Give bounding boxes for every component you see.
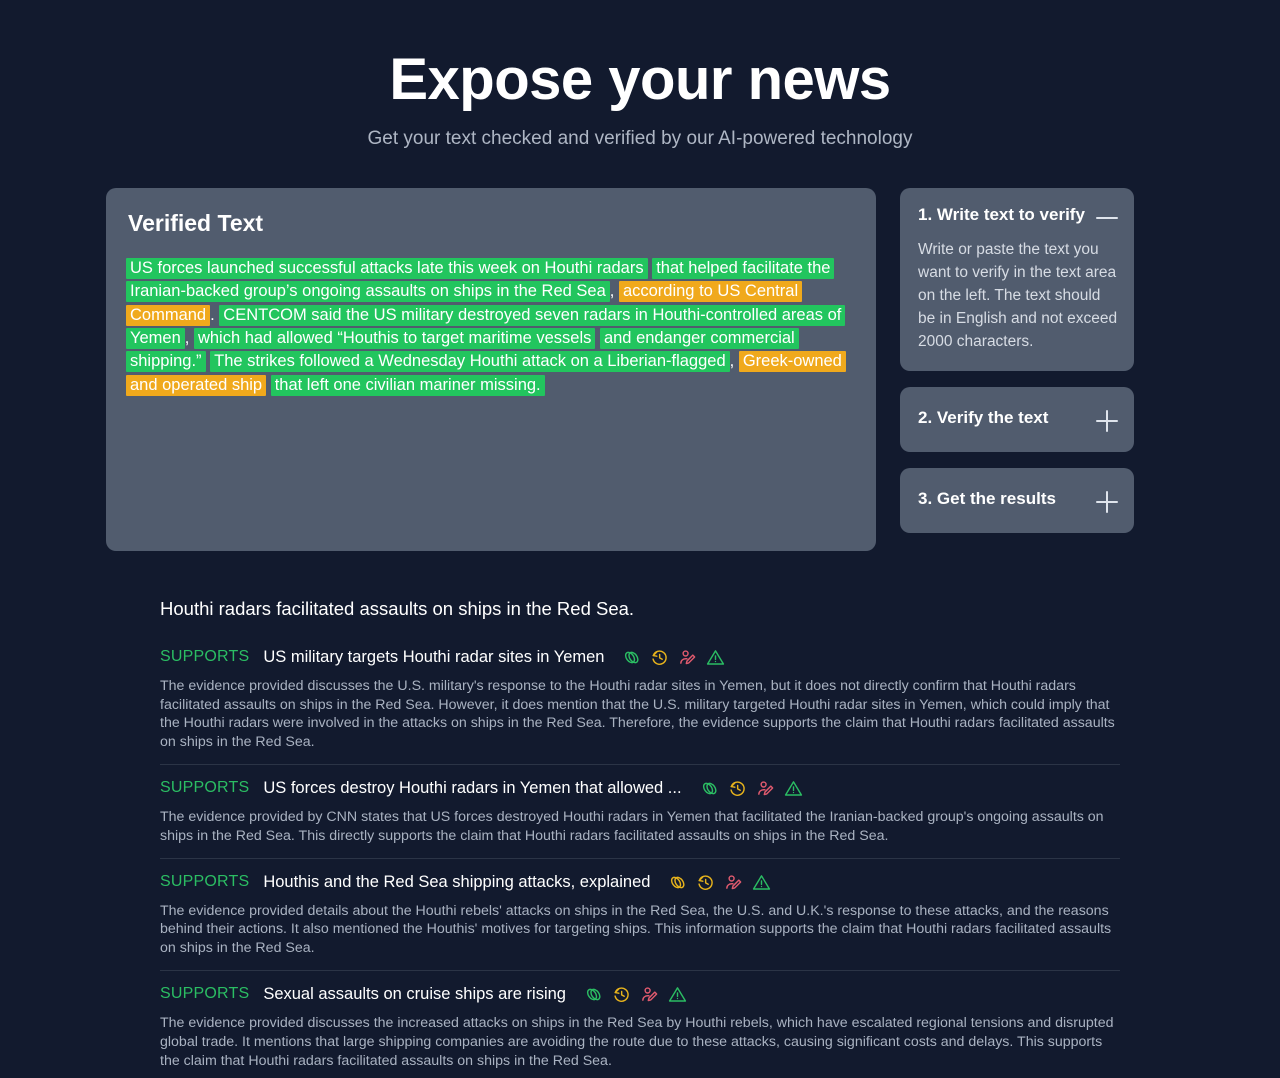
step-card-2[interactable]: 2. Verify the text [900, 386, 1134, 452]
link-icon[interactable] [668, 873, 687, 892]
text-separator: . [210, 305, 220, 324]
step-card-3[interactable]: 3. Get the results [900, 467, 1134, 533]
person-edit-icon[interactable] [640, 985, 659, 1004]
result-header: SUPPORTS Houthis and the Red Sea shipping… [160, 873, 1120, 892]
person-edit-icon[interactable] [724, 873, 743, 892]
highlight-segment-supports[interactable]: that left one civilian mariner missing. [270, 374, 545, 396]
result-icon-group [700, 779, 803, 798]
verified-text-title: Verified Text [128, 209, 264, 236]
result-icon-group [584, 985, 687, 1004]
highlight-segment-supports[interactable]: The strikes followed a Wednesday Houthi … [210, 351, 730, 373]
highlight-segment-supports[interactable]: which had allowed “Houthis to target mar… [193, 328, 596, 350]
link-icon[interactable] [622, 648, 641, 667]
person-edit-icon[interactable] [756, 779, 775, 798]
result-explanation: The evidence provided discusses the incr… [160, 1014, 1114, 1069]
verified-text-body[interactable]: US forces launched successful attacks la… [126, 257, 856, 397]
result-header: SUPPORTS US military targets Houthi radar… [160, 648, 1120, 667]
result-explanation: The evidence provided by CNN states that… [160, 808, 1104, 844]
result-list: SUPPORTS US military targets Houthi radar… [160, 648, 1120, 1078]
text-separator: , [184, 329, 194, 348]
history-icon[interactable] [728, 779, 747, 798]
verdict-badge: SUPPORTS [160, 648, 250, 666]
verdict-badge: SUPPORTS [160, 873, 250, 891]
result-explanation: The evidence provided details about the … [160, 902, 1112, 957]
result-header: SUPPORTS US forces destroy Houthi radars … [160, 779, 1120, 798]
result-icon-group [668, 873, 771, 892]
step-title-2: 2. Verify the text [918, 407, 1049, 427]
verified-text-card: Verified Text US forces launched success… [106, 187, 876, 551]
work-area: Verified Text US forces launched success… [0, 187, 1280, 551]
page-title: Expose your news [389, 47, 891, 112]
history-icon[interactable] [650, 648, 669, 667]
link-icon[interactable] [584, 985, 603, 1004]
highlight-segment-supports[interactable]: US forces launched successful attacks la… [126, 257, 648, 279]
result-icon-group [622, 648, 725, 667]
result-row: SUPPORTS Sexual assaults on cruise ships … [160, 969, 1120, 1078]
step-header-3[interactable]: 3. Get the results [918, 488, 1118, 513]
link-icon[interactable] [700, 779, 719, 798]
result-row: SUPPORTS Houthis and the Red Sea shipping… [160, 857, 1120, 970]
plus-icon[interactable] [1096, 409, 1118, 432]
step-card-1[interactable]: 1. Write text to verify Write or paste th… [900, 187, 1134, 371]
step-title-1: 1. Write text to verify [918, 204, 1085, 224]
text-separator: , [609, 282, 619, 301]
result-row: SUPPORTS US military targets Houthi radar… [160, 648, 1120, 764]
result-source-title[interactable]: Sexual assaults on cruise ships are risi… [263, 985, 566, 1004]
verdict-badge: SUPPORTS [160, 779, 250, 797]
plus-icon[interactable] [1096, 490, 1118, 513]
result-row: SUPPORTS US forces destroy Houthi radars … [160, 763, 1120, 858]
step-header-2[interactable]: 2. Verify the text [918, 407, 1118, 432]
results-section: Houthi radars facilitated assaults on sh… [0, 598, 1280, 1078]
warning-triangle-icon[interactable] [668, 985, 687, 1004]
result-header: SUPPORTS Sexual assaults on cruise ships … [160, 985, 1120, 1004]
text-separator [266, 376, 271, 394]
result-source-title[interactable]: Houthis and the Red Sea shipping attacks… [263, 873, 650, 892]
steps-accordion: 1. Write text to verify Write or paste th… [900, 187, 1134, 533]
person-edit-icon[interactable] [678, 648, 697, 667]
page-subtitle: Get your text checked and verified by ou… [367, 127, 913, 149]
step-header-1[interactable]: 1. Write text to verify [918, 204, 1118, 229]
step-body-1: Write or paste the text you want to veri… [918, 240, 1118, 350]
warning-triangle-icon[interactable] [752, 873, 771, 892]
minus-icon[interactable] [1096, 207, 1118, 229]
history-icon[interactable] [612, 985, 631, 1004]
result-explanation: The evidence provided discusses the U.S.… [160, 677, 1115, 751]
text-separator: , [729, 352, 739, 371]
page-header: Expose your news Get your text checked a… [0, 0, 1280, 150]
verdict-badge: SUPPORTS [160, 985, 250, 1003]
step-title-3: 3. Get the results [918, 488, 1056, 508]
result-source-title[interactable]: US military targets Houthi radar sites i… [263, 648, 604, 667]
warning-triangle-icon[interactable] [784, 779, 803, 798]
history-icon[interactable] [696, 873, 715, 892]
claim-statement: Houthi radars facilitated assaults on sh… [160, 597, 635, 619]
warning-triangle-icon[interactable] [706, 648, 725, 667]
result-source-title[interactable]: US forces destroy Houthi radars in Yemen… [263, 779, 681, 798]
